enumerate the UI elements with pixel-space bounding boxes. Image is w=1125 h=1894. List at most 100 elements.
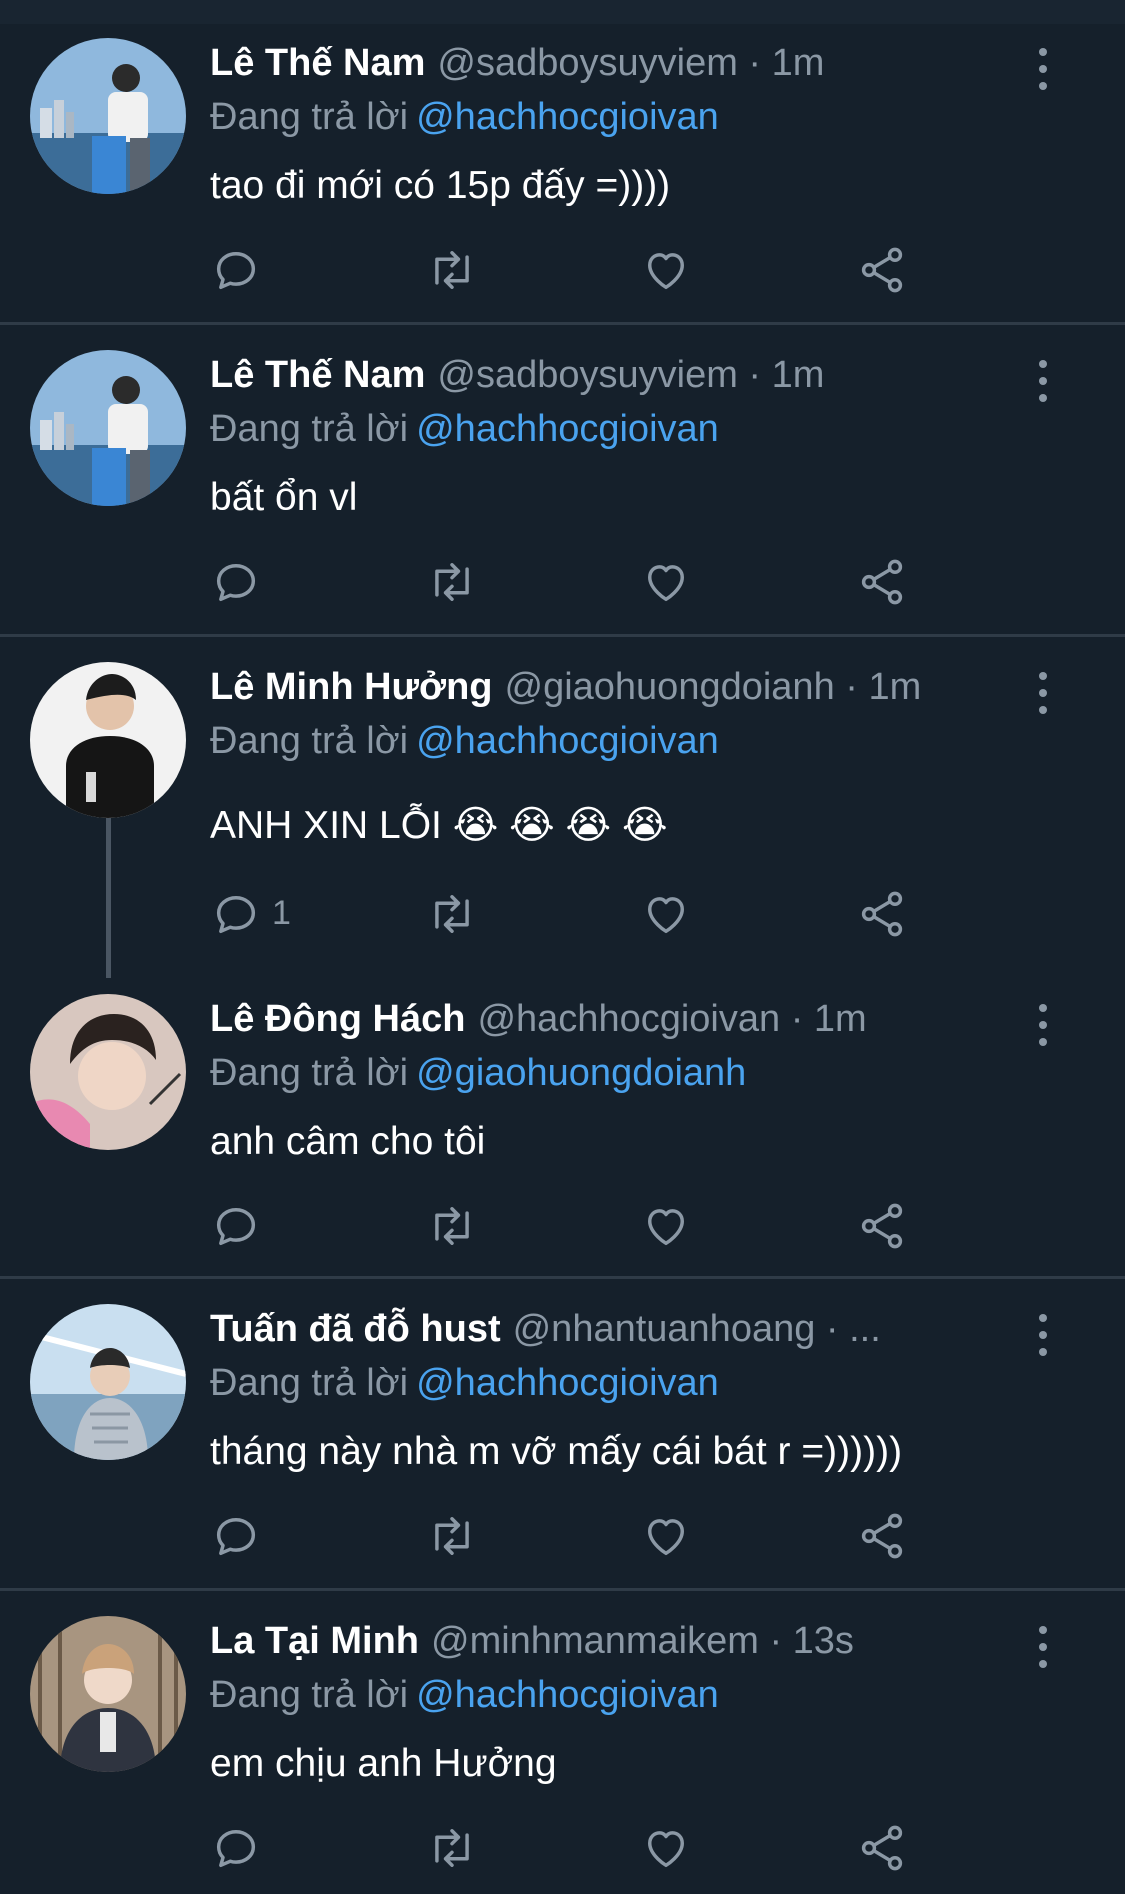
like-button[interactable]: [640, 1822, 692, 1878]
tweet-item[interactable]: Lê Minh Hưởng @giaohuongdoianh · 1m Đang …: [0, 648, 1125, 978]
reply-mention-link[interactable]: @hachhocgioivan: [416, 1674, 719, 1716]
share-icon: [861, 559, 903, 605]
reply-button[interactable]: [210, 1510, 262, 1566]
reply-prefix: Đang trả lời: [210, 408, 409, 450]
avatar-photo: [30, 1304, 186, 1460]
display-name[interactable]: Tuấn đã đỗ hust: [210, 1308, 501, 1350]
reply-icon: [216, 564, 256, 602]
reply-button[interactable]: 1: [210, 888, 291, 944]
tweet-header: Lê Thế Nam @sadboysuyviem · 1m: [210, 38, 824, 88]
more-options-icon[interactable]: [1028, 358, 1058, 406]
avatar[interactable]: [30, 994, 186, 1150]
like-button[interactable]: [640, 1200, 692, 1256]
retweet-icon: [435, 1517, 469, 1555]
like-icon: [648, 1519, 684, 1556]
share-icon: [861, 891, 903, 937]
display-name[interactable]: Lê Thế Nam: [210, 42, 425, 84]
reply-mention-link[interactable]: @hachhocgioivan: [416, 1362, 719, 1404]
more-options-icon[interactable]: [1028, 1624, 1058, 1672]
tweet-actions: [210, 1822, 930, 1878]
reply-mention-link[interactable]: @hachhocgioivan: [416, 408, 719, 450]
retweet-button[interactable]: [424, 556, 480, 612]
more-options-icon[interactable]: [1028, 1002, 1058, 1050]
reply-mention-link[interactable]: @hachhocgioivan: [416, 720, 719, 762]
reply-button[interactable]: [210, 1200, 262, 1256]
display-name[interactable]: La Tại Minh: [210, 1620, 419, 1662]
avatar-photo: [30, 1616, 186, 1772]
divider: [0, 1588, 1125, 1591]
reply-context: Đang trả lời @giaohuongdoianh: [210, 1048, 746, 1098]
like-icon: [648, 897, 684, 934]
share-button[interactable]: [856, 888, 908, 944]
tweet-item[interactable]: Lê Đông Hách @hachhocgioivan · 1m Đang tr…: [0, 980, 1125, 1276]
tweet-text: bất ổn vl: [210, 476, 358, 519]
more-options-icon[interactable]: [1028, 46, 1058, 94]
reply-count: 1: [272, 894, 291, 932]
like-icon: [648, 1831, 684, 1868]
reply-context: Đang trả lời @hachhocgioivan: [210, 1670, 719, 1720]
retweet-button[interactable]: [424, 1510, 480, 1566]
tweet-item[interactable]: Tuấn đã đỗ hust @nhantuanhoang · ... Đang…: [0, 1290, 1125, 1588]
handle-and-time: @giaohuongdoianh · 1m: [504, 666, 922, 708]
more-options-icon[interactable]: [1028, 670, 1058, 718]
reply-icon: [216, 1830, 256, 1868]
avatar[interactable]: [30, 1304, 186, 1460]
share-icon: [861, 1203, 903, 1249]
retweet-button[interactable]: [424, 1200, 480, 1256]
avatar-photo: [30, 350, 186, 506]
share-icon: [861, 247, 903, 293]
tweet-actions: [210, 556, 930, 612]
tweet-item[interactable]: Lê Thế Nam @sadboysuyviem · 1m Đang trả l…: [0, 336, 1125, 634]
avatar[interactable]: [30, 38, 186, 194]
handle-and-time: @minhmanmaikem · 13s: [431, 1620, 854, 1662]
retweet-button[interactable]: [424, 888, 480, 944]
share-button[interactable]: [856, 244, 908, 300]
reply-mention-link[interactable]: @hachhocgioivan: [416, 96, 719, 138]
retweet-button[interactable]: [424, 1822, 480, 1878]
divider: [0, 1276, 1125, 1279]
tweet-item[interactable]: Lê Thế Nam @sadboysuyviem · 1m Đang trả l…: [0, 24, 1125, 322]
reply-context: Đang trả lời @hachhocgioivan: [210, 1358, 719, 1408]
like-button[interactable]: [640, 888, 692, 944]
reply-button[interactable]: [210, 556, 262, 612]
avatar-photo: [30, 994, 186, 1150]
tweet-header: La Tại Minh @minhmanmaikem · 13s: [210, 1616, 854, 1666]
reply-prefix: Đang trả lời: [210, 720, 409, 762]
reply-context: Đang trả lời @hachhocgioivan: [210, 716, 719, 766]
reply-icon: [216, 1518, 256, 1556]
tweet-item[interactable]: La Tại Minh @minhmanmaikem · 13s Đang trả…: [0, 1602, 1125, 1894]
tweet-actions: 1: [210, 888, 930, 944]
like-button[interactable]: [640, 1510, 692, 1566]
avatar-photo: [30, 662, 186, 818]
share-button[interactable]: [856, 1200, 908, 1256]
display-name[interactable]: Lê Minh Hưởng: [210, 666, 493, 708]
reply-prefix: Đang trả lời: [210, 96, 409, 138]
tweet-header: Lê Đông Hách @hachhocgioivan · 1m: [210, 994, 867, 1044]
share-icon: [861, 1513, 903, 1559]
reply-button[interactable]: [210, 1822, 262, 1878]
avatar[interactable]: [30, 350, 186, 506]
reply-context: Đang trả lời @hachhocgioivan: [210, 92, 719, 142]
retweet-icon: [435, 895, 469, 933]
like-button[interactable]: [640, 244, 692, 300]
avatar[interactable]: [30, 1616, 186, 1772]
more-options-icon[interactable]: [1028, 1312, 1058, 1360]
like-icon: [648, 1209, 684, 1246]
share-button[interactable]: [856, 1510, 908, 1566]
share-button[interactable]: [856, 1822, 908, 1878]
thread-connector-line: [106, 818, 111, 978]
display-name[interactable]: Lê Thế Nam: [210, 354, 425, 396]
reply-button[interactable]: [210, 244, 262, 300]
like-button[interactable]: [640, 556, 692, 612]
avatar[interactable]: [30, 662, 186, 818]
retweet-button[interactable]: [424, 244, 480, 300]
share-button[interactable]: [856, 556, 908, 612]
retweet-icon: [435, 1207, 469, 1245]
reply-mention-link[interactable]: @giaohuongdoianh: [416, 1052, 746, 1094]
handle-and-time: @sadboysuyviem · 1m: [437, 42, 825, 84]
divider: [0, 322, 1125, 325]
retweet-icon: [435, 563, 469, 601]
display-name[interactable]: Lê Đông Hách: [210, 998, 465, 1040]
reply-prefix: Đang trả lời: [210, 1052, 409, 1094]
tweet-text: ANH XIN LỖI 😭 😭 😭 😭: [210, 804, 668, 847]
